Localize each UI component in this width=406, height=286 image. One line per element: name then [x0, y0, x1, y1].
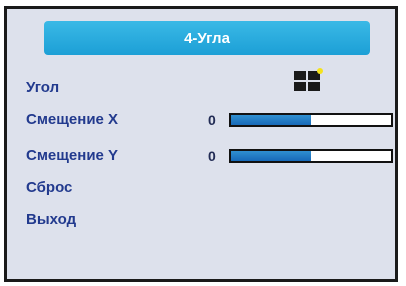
menu-title-bar: 4-Угла — [44, 21, 370, 55]
menu-item-exit[interactable]: Выход — [26, 211, 76, 229]
selected-corner-indicator — [317, 68, 323, 74]
menu-title: 4-Угла — [184, 29, 230, 47]
four-corner-icon[interactable] — [294, 68, 323, 91]
osd-menu-panel: 4-Угла Угол Смещение X 0 Смещение Y 0 Сб… — [4, 6, 398, 282]
offset-y-slider-fill — [231, 151, 311, 161]
menu-item-offset-x[interactable]: Смещение X — [26, 111, 118, 129]
menu-item-corner[interactable]: Угол — [26, 79, 59, 97]
menu-item-offset-y[interactable]: Смещение Y — [26, 147, 118, 165]
offset-y-value: 0 — [208, 148, 216, 164]
offset-x-slider-fill — [231, 115, 311, 125]
menu-item-reset[interactable]: Сброс — [26, 179, 72, 197]
offset-y-slider[interactable] — [229, 149, 393, 163]
offset-x-value: 0 — [208, 112, 216, 128]
offset-x-slider[interactable] — [229, 113, 393, 127]
